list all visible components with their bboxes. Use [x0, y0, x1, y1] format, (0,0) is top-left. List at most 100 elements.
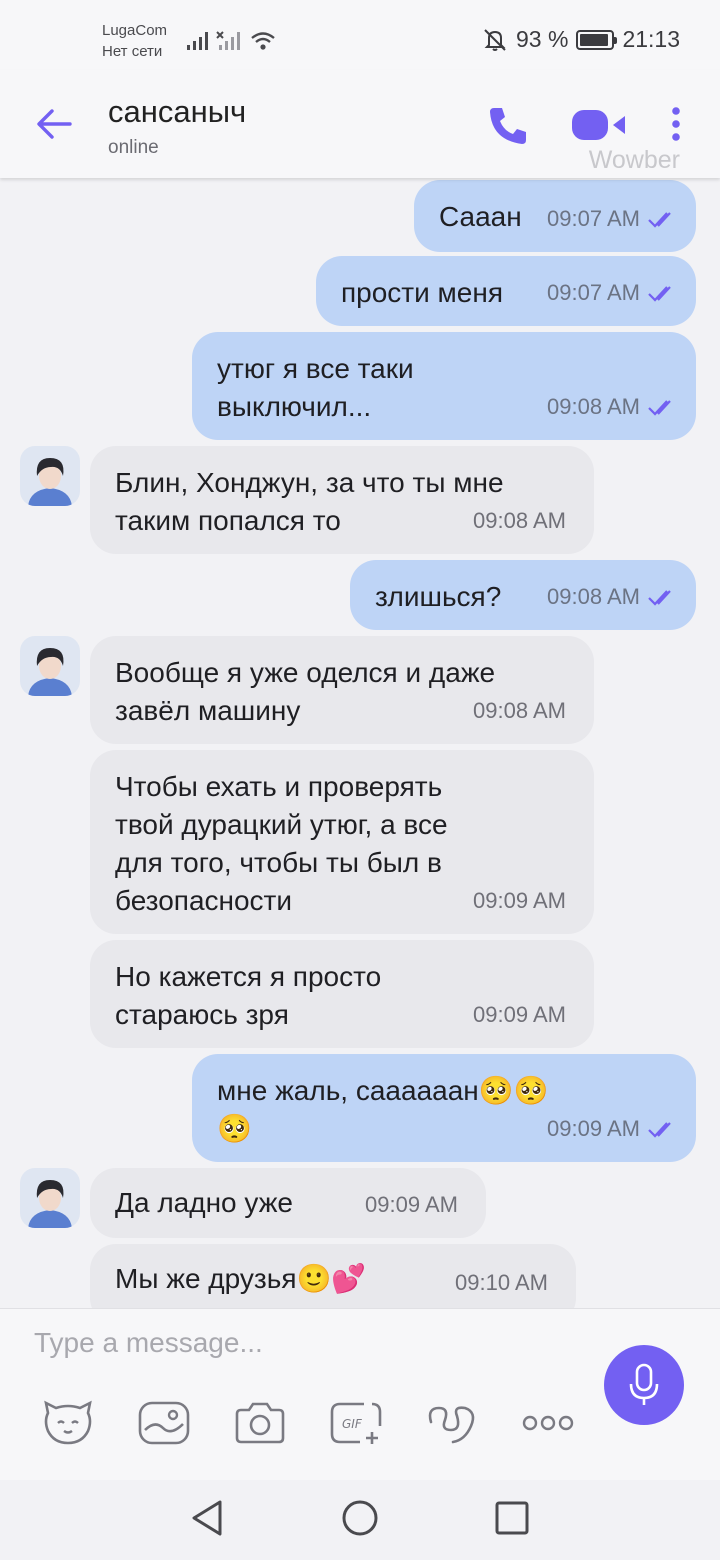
nav-recents-icon[interactable] — [494, 1498, 530, 1538]
status-bar: LugaCom Нет сети 93 % 21:13 — [0, 0, 720, 70]
message-meta: 09:09 AM — [365, 1186, 458, 1224]
message-text: Но кажется я просто стараюсь зря — [115, 958, 381, 1034]
double-check-icon — [648, 286, 671, 302]
watermark: Wowber — [588, 146, 680, 174]
avatar-image — [20, 446, 80, 506]
message-incoming[interactable]: Вообще я уже оделся и даже завёл машину … — [90, 636, 594, 744]
message-outgoing[interactable]: Сааан 09:07 AM — [414, 180, 696, 252]
message-text: прости меня — [341, 277, 503, 308]
message-line: безопасности — [115, 885, 293, 916]
message-line: твой дурацкий утюг, а все — [115, 809, 448, 840]
battery-icon — [576, 29, 618, 50]
message-time: 09:09 AM — [547, 1116, 640, 1141]
message-line: таким попался то — [115, 505, 341, 536]
message-meta: 09:09 AM — [473, 996, 566, 1034]
bell-off-icon — [484, 28, 506, 51]
camera-button[interactable] — [232, 1397, 288, 1449]
system-nav-bar — [0, 1480, 720, 1560]
message-time: 09:07 AM — [547, 280, 640, 305]
message-time: 09:08 AM — [473, 508, 566, 533]
message-outgoing[interactable]: мне жаль, саааааан🥺🥺 🥺 09:09 AM — [192, 1054, 696, 1162]
message-incoming[interactable]: Мы же друзья🙂💕 09:10 AM — [90, 1244, 576, 1308]
message-incoming[interactable]: Чтобы ехать и проверять твой дурацкий ут… — [90, 750, 594, 934]
carrier-info: LugaCom Нет сети — [102, 20, 167, 62]
signal-icon — [187, 32, 208, 50]
message-line: выключил... — [217, 391, 372, 422]
double-check-icon — [648, 400, 671, 416]
message-text: Чтобы ехать и проверять твой дурацкий ут… — [115, 768, 448, 920]
message-outgoing[interactable]: злишься? 09:08 AM — [350, 560, 696, 630]
more-vertical-icon[interactable] — [668, 106, 684, 142]
gif-icon: GIF — [330, 1402, 382, 1444]
message-line: для того, чтобы ты был в — [115, 847, 442, 878]
phone-icon[interactable] — [486, 104, 530, 148]
message-time: 09:08 AM — [473, 698, 566, 723]
microphone-button[interactable] — [604, 1345, 684, 1425]
message-line: стараюсь зря — [115, 999, 289, 1030]
message-text: Сааан — [439, 201, 522, 232]
message-meta: 09:09 AM — [547, 1110, 678, 1148]
nav-back-icon[interactable] — [188, 1498, 226, 1538]
message-line: Но кажется я просто — [115, 961, 382, 992]
nav-home-icon[interactable] — [340, 1498, 380, 1538]
no-signal-icon — [216, 31, 240, 50]
svg-text:GIF: GIF — [342, 1417, 363, 1431]
chat-header: сансаныч online Wowber — [0, 70, 720, 178]
back-arrow-icon[interactable] — [34, 104, 74, 144]
message-text: Мы же друзья🙂💕 — [115, 1263, 367, 1294]
message-line: Блин, Хонджун, за что ты мне — [115, 467, 504, 498]
message-time: 09:09 AM — [365, 1192, 458, 1217]
message-line: утюг я все таки — [217, 353, 414, 384]
message-incoming[interactable]: Блин, Хонджун, за что ты мне таким попал… — [90, 446, 594, 554]
battery-fill — [580, 33, 609, 46]
message-input[interactable]: Type a message... — [34, 1327, 263, 1359]
camera-icon — [235, 1402, 285, 1444]
message-line: Вообще я уже оделся и даже — [115, 657, 496, 688]
message-time: 09:07 AM — [547, 206, 640, 231]
message-time: 09:08 AM — [547, 584, 640, 609]
double-check-icon — [648, 212, 671, 228]
contact-name[interactable]: сансаныч — [108, 94, 246, 130]
gif-button[interactable]: GIF — [328, 1397, 384, 1449]
message-meta: 09:08 AM — [473, 692, 566, 730]
message-time: 09:10 AM — [455, 1270, 548, 1295]
network-status: Нет сети — [102, 43, 163, 60]
clock: 21:13 — [622, 26, 680, 52]
message-line: 🥺 — [217, 1113, 252, 1144]
battery-percent: 93 % — [516, 26, 569, 52]
sticker-button[interactable] — [40, 1397, 96, 1449]
doodle-icon — [428, 1406, 475, 1444]
message-meta: 09:07 AM — [547, 200, 678, 238]
doodle-button[interactable] — [424, 1397, 480, 1449]
contact-avatar[interactable] — [20, 1168, 80, 1228]
avatar-image — [20, 1168, 80, 1228]
message-text: Вообще я уже оделся и даже завёл машину — [115, 654, 495, 730]
message-meta: 09:08 AM — [547, 578, 678, 616]
message-text: мне жаль, саааааан🥺🥺 🥺 — [217, 1072, 548, 1148]
double-check-icon — [648, 1122, 671, 1138]
message-meta: 09:07 AM — [547, 274, 678, 312]
double-check-icon — [648, 590, 671, 606]
message-meta: 09:08 AM — [547, 388, 678, 426]
gallery-button[interactable] — [136, 1397, 192, 1449]
message-text: утюг я все таки выключил... — [217, 350, 414, 426]
message-meta: 09:08 AM — [473, 502, 566, 540]
message-incoming[interactable]: Но кажется я просто стараюсь зря 09:09 A… — [90, 940, 594, 1048]
video-camera-icon[interactable] — [570, 108, 628, 142]
message-line: завёл машину — [115, 695, 301, 726]
message-time: 09:08 AM — [547, 394, 640, 419]
message-meta: 09:10 AM — [455, 1264, 548, 1302]
message-outgoing[interactable]: утюг я все таки выключил... 09:08 AM — [192, 332, 696, 440]
message-list[interactable]: Сааан 09:07 AM прости меня 09:07 AM утюг… — [0, 178, 720, 1308]
gallery-icon — [138, 1401, 190, 1445]
message-time: 09:09 AM — [473, 1002, 566, 1027]
message-line: мне жаль, саааааан🥺🥺 — [217, 1075, 549, 1106]
more-options-button[interactable] — [520, 1397, 576, 1449]
message-outgoing[interactable]: прости меня 09:07 AM — [316, 256, 696, 326]
message-meta: 09:09 AM — [473, 882, 566, 920]
message-incoming[interactable]: Да ладно уже 09:09 AM — [90, 1168, 486, 1238]
message-text: Блин, Хонджун, за что ты мне таким попал… — [115, 464, 504, 540]
message-text: злишься? — [375, 581, 502, 612]
contact-avatar[interactable] — [20, 446, 80, 506]
contact-avatar[interactable] — [20, 636, 80, 696]
